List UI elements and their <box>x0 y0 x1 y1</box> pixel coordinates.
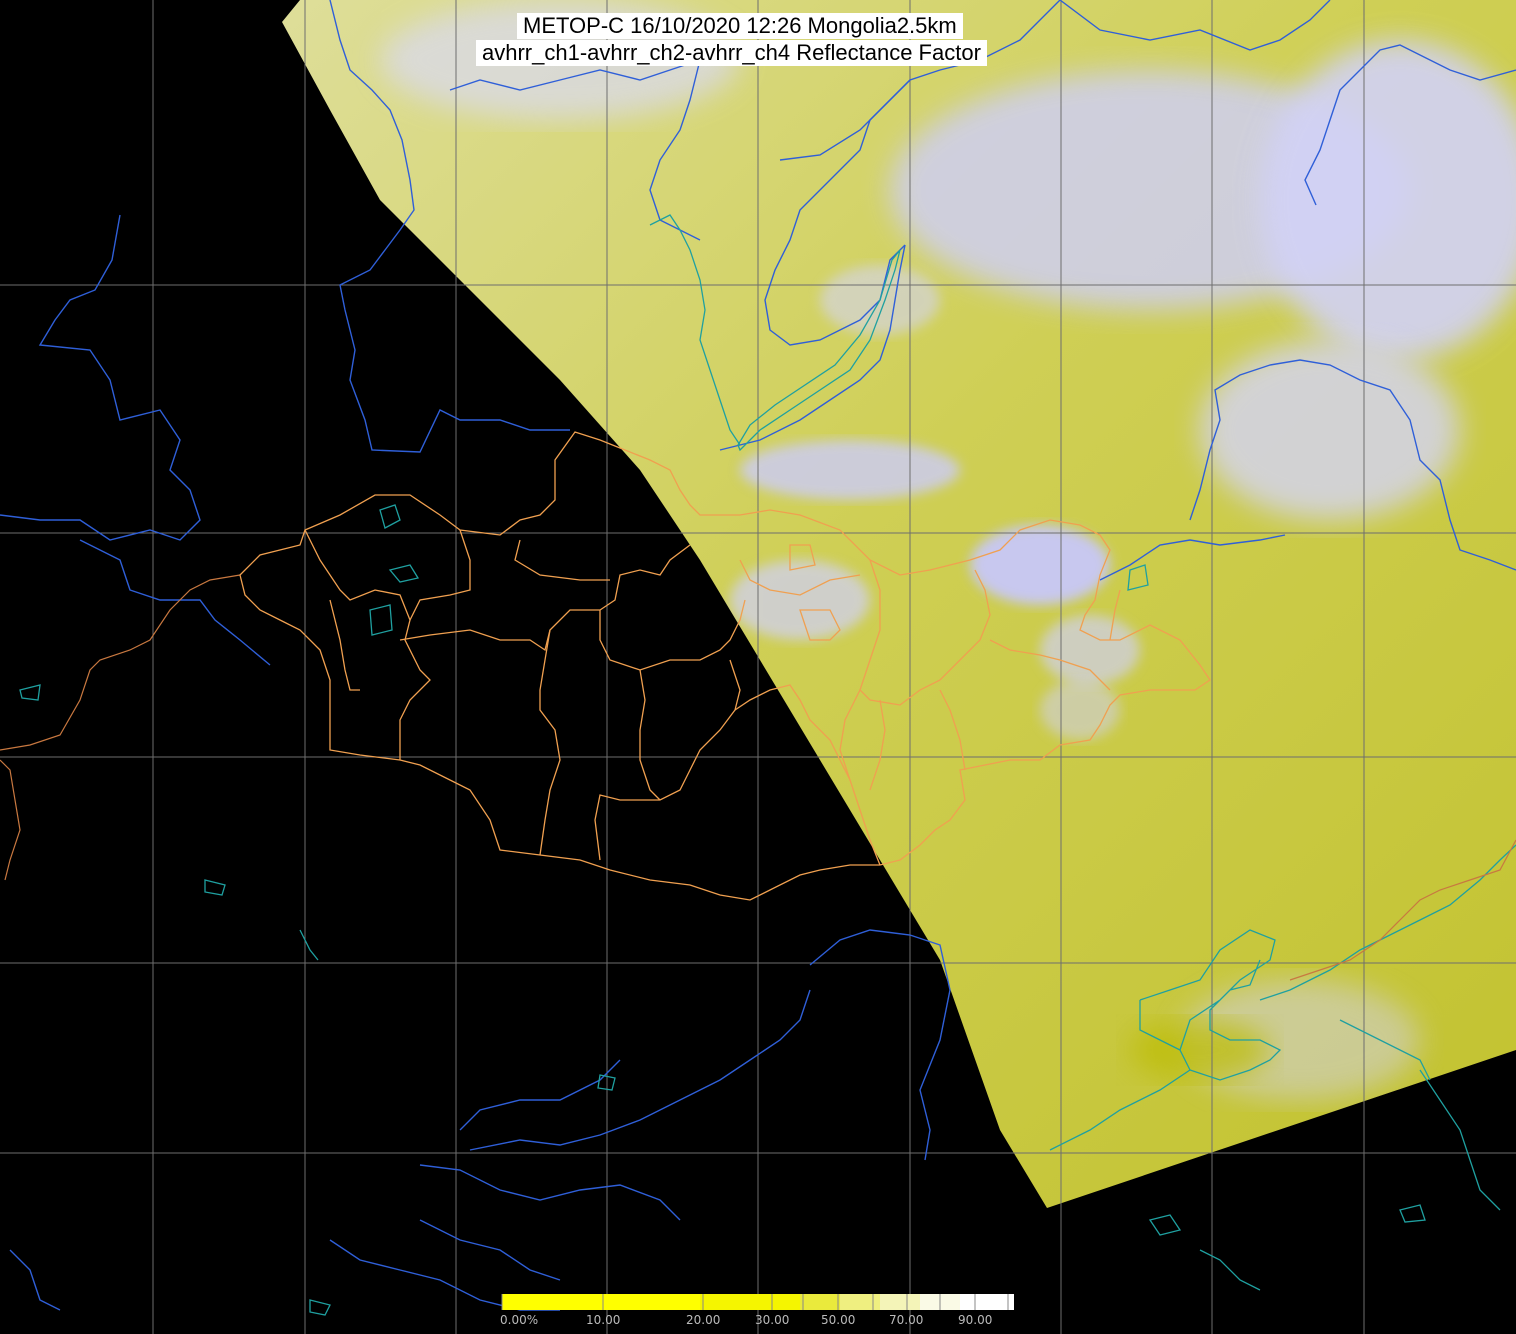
colorbar-label-10: 10.00 <box>586 1313 621 1327</box>
colorbar-label-90: 90.00 <box>958 1313 993 1327</box>
satellite-map <box>0 0 1516 1334</box>
map-title-line1: METOP-C 16/10/2020 12:26 Mongolia2.5km <box>517 13 963 39</box>
colorbar-label-50: 50.00 <box>821 1313 856 1327</box>
colorbar-label-70: 70.00 <box>889 1313 924 1327</box>
map-viewer: METOP-C 16/10/2020 12:26 Mongolia2.5km a… <box>0 0 1516 1334</box>
colorbar <box>501 1294 1014 1310</box>
satellite-swath <box>282 0 1516 1208</box>
map-title-line2: avhrr_ch1-avhrr_ch2-avhrr_ch4 Reflectanc… <box>476 40 987 66</box>
colorbar-label-20: 20.00 <box>686 1313 721 1327</box>
colorbar-label-0: 0.00% <box>500 1313 539 1327</box>
colorbar-label-30: 30.00 <box>755 1313 790 1327</box>
